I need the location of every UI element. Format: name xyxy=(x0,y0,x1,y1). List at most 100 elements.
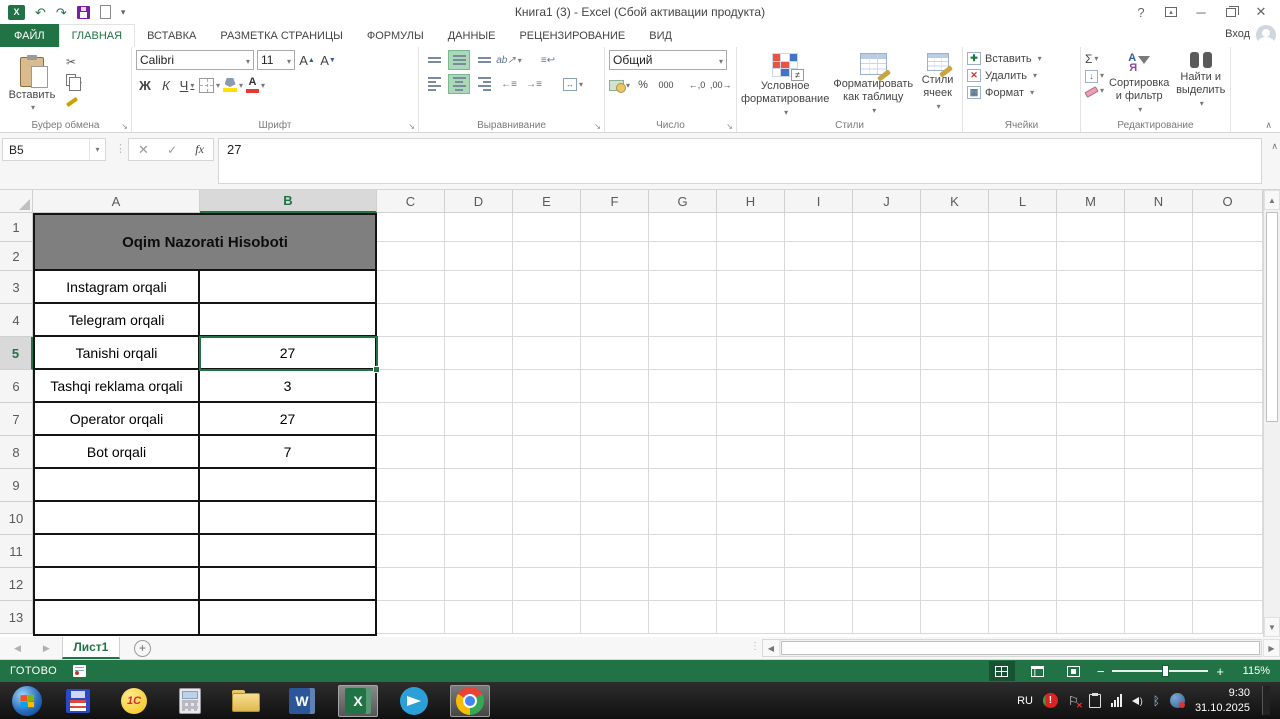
orientation-button[interactable]: ab↗ xyxy=(496,50,520,70)
help-icon[interactable]: ? xyxy=(1128,2,1154,22)
select-all-corner[interactable] xyxy=(0,190,33,213)
cell-A13[interactable] xyxy=(35,601,200,634)
align-left-button[interactable] xyxy=(423,74,445,94)
taskbar-save-app-icon[interactable] xyxy=(58,685,98,717)
scroll-left-icon[interactable]: ◀ xyxy=(763,640,780,656)
increase-font-icon[interactable]: A ▲ xyxy=(298,50,316,70)
comma-style-button[interactable]: 000 xyxy=(656,75,676,95)
taskbar-word-icon[interactable]: W xyxy=(282,685,322,717)
cell-B7[interactable]: 27 xyxy=(200,403,375,434)
increase-indent-icon[interactable]: →≡ xyxy=(523,74,545,94)
cell-B4[interactable] xyxy=(200,304,375,335)
column-header-G[interactable]: G xyxy=(649,190,717,213)
column-header-F[interactable]: F xyxy=(581,190,649,213)
active-cell-selection[interactable] xyxy=(199,336,380,373)
zoom-slider-thumb[interactable] xyxy=(1162,665,1170,677)
row-header-8[interactable]: 8 xyxy=(0,436,33,469)
new-document-icon[interactable] xyxy=(99,5,111,19)
column-header-E[interactable]: E xyxy=(513,190,581,213)
number-dialog-launcher-icon[interactable]: ↘ xyxy=(726,122,733,131)
number-format-select[interactable]: Общий xyxy=(609,50,727,70)
collapse-ribbon-icon[interactable]: ∧ xyxy=(1265,120,1272,131)
volume-icon[interactable]: ) xyxy=(1131,696,1143,706)
increase-decimal-icon[interactable]: ←,0 xyxy=(687,75,707,95)
cell-styles-button[interactable]: Стили ячеек xyxy=(917,53,958,118)
fill-handle[interactable] xyxy=(373,366,380,373)
column-header-K[interactable]: K xyxy=(921,190,989,213)
sort-filter-button[interactable]: АЯ Сортировка и фильтр xyxy=(1109,52,1169,118)
next-sheet-icon[interactable]: ▶ xyxy=(43,643,50,654)
paste-button[interactable]: Вставить xyxy=(4,50,60,118)
taskbar-excel-icon[interactable]: X xyxy=(338,684,378,717)
font-size-select[interactable]: 11 xyxy=(257,50,295,70)
format-as-table-button[interactable]: Форматировать как таблицу xyxy=(833,53,913,118)
horizontal-scrollbar[interactable]: ◀ xyxy=(762,639,1262,657)
row-header-1[interactable]: 1 xyxy=(0,213,33,242)
network-signal-icon[interactable] xyxy=(1110,694,1122,707)
decrease-indent-icon[interactable]: ←≡ xyxy=(498,74,520,94)
start-button[interactable] xyxy=(12,685,42,716)
zoom-in-icon[interactable]: + xyxy=(1216,665,1224,678)
scroll-up-icon[interactable]: ▲ xyxy=(1264,190,1280,210)
customize-qat-icon[interactable]: ▾ xyxy=(121,7,126,18)
column-header-J[interactable]: J xyxy=(853,190,921,213)
underline-button[interactable]: Ч xyxy=(178,75,196,95)
vertical-scroll-thumb[interactable] xyxy=(1266,212,1278,422)
scroll-right-icon[interactable]: ▶ xyxy=(1263,639,1280,657)
macro-record-icon[interactable] xyxy=(73,665,87,677)
delete-cells-button[interactable]: ✕ Удалить xyxy=(967,69,1076,82)
format-cells-button[interactable]: ▦ Формат xyxy=(967,86,1076,99)
find-select-button[interactable]: Найти и выделить xyxy=(1175,52,1226,118)
clipboard-dialog-launcher-icon[interactable]: ↘ xyxy=(121,122,128,131)
format-painter-icon[interactable] xyxy=(65,94,82,108)
column-header-N[interactable]: N xyxy=(1125,190,1193,213)
page-layout-view-button[interactable] xyxy=(1025,661,1051,681)
language-indicator[interactable]: RU xyxy=(1017,695,1033,707)
close-icon[interactable]: ✕ xyxy=(1248,2,1274,22)
percent-style-button[interactable]: % xyxy=(633,75,653,95)
row-header-9[interactable]: 9 xyxy=(0,469,33,502)
merge-center-button[interactable]: ↔ xyxy=(562,74,584,94)
expand-formula-bar-icon[interactable]: ∧ xyxy=(1271,141,1278,152)
row-header-4[interactable]: 4 xyxy=(0,304,33,337)
align-top-button[interactable] xyxy=(423,50,445,70)
tray-app-icon[interactable] xyxy=(1088,692,1101,708)
cell-merged-title[interactable]: Oqim Nazorati Hisoboti xyxy=(35,215,375,271)
account-avatar[interactable] xyxy=(1256,25,1276,45)
taskbar-calculator-icon[interactable] xyxy=(170,685,210,717)
decrease-decimal-icon[interactable]: ,00→ xyxy=(710,75,732,95)
name-box-dropdown-icon[interactable]: ▾ xyxy=(89,139,105,160)
taskbar-telegram-icon[interactable] xyxy=(394,685,434,717)
name-box[interactable]: B5 ▾ xyxy=(2,138,106,161)
tab-insert[interactable]: ВСТАВКА xyxy=(135,24,208,47)
cell-A10[interactable] xyxy=(35,502,200,533)
row-header-11[interactable]: 11 xyxy=(0,535,33,568)
insert-cells-button[interactable]: ✚ Вставить xyxy=(967,52,1076,65)
column-header-H[interactable]: H xyxy=(717,190,785,213)
tab-splitter[interactable]: ⋮ xyxy=(750,641,760,652)
action-center-flag-icon[interactable]: ⚐ xyxy=(1068,694,1082,710)
cell-B6[interactable]: 3 xyxy=(200,370,375,401)
tab-file[interactable]: ФАЙЛ xyxy=(0,24,59,47)
align-middle-button[interactable] xyxy=(448,50,470,70)
column-header-D[interactable]: D xyxy=(445,190,513,213)
cell-A3[interactable]: Instagram orqali xyxy=(35,271,200,302)
fill-button[interactable]: ↓ xyxy=(1085,70,1104,84)
cell-A11[interactable] xyxy=(35,535,200,566)
wrap-text-button[interactable]: ≡↩ xyxy=(537,50,559,70)
zoom-level[interactable]: 115% xyxy=(1234,665,1270,677)
decrease-font-icon[interactable]: A ▼ xyxy=(319,50,337,70)
cell-A7[interactable]: Operator orqali xyxy=(35,403,200,434)
align-right-button[interactable] xyxy=(473,74,495,94)
cell-A5[interactable]: Tanishi orqali xyxy=(35,337,200,368)
align-center-button[interactable] xyxy=(448,74,470,94)
copy-icon[interactable] xyxy=(66,74,82,91)
alignment-dialog-launcher-icon[interactable]: ↘ xyxy=(594,122,601,131)
cell-B9[interactable] xyxy=(200,469,375,500)
accounting-format-icon[interactable] xyxy=(609,75,630,95)
conditional-formatting-button[interactable]: ≠ Условное форматирование xyxy=(741,53,829,118)
cancel-entry-icon[interactable]: ✕ xyxy=(138,142,149,158)
row-header-7[interactable]: 7 xyxy=(0,403,33,436)
undo-icon[interactable]: ↶ xyxy=(35,6,46,19)
italic-button[interactable]: К xyxy=(157,75,175,95)
